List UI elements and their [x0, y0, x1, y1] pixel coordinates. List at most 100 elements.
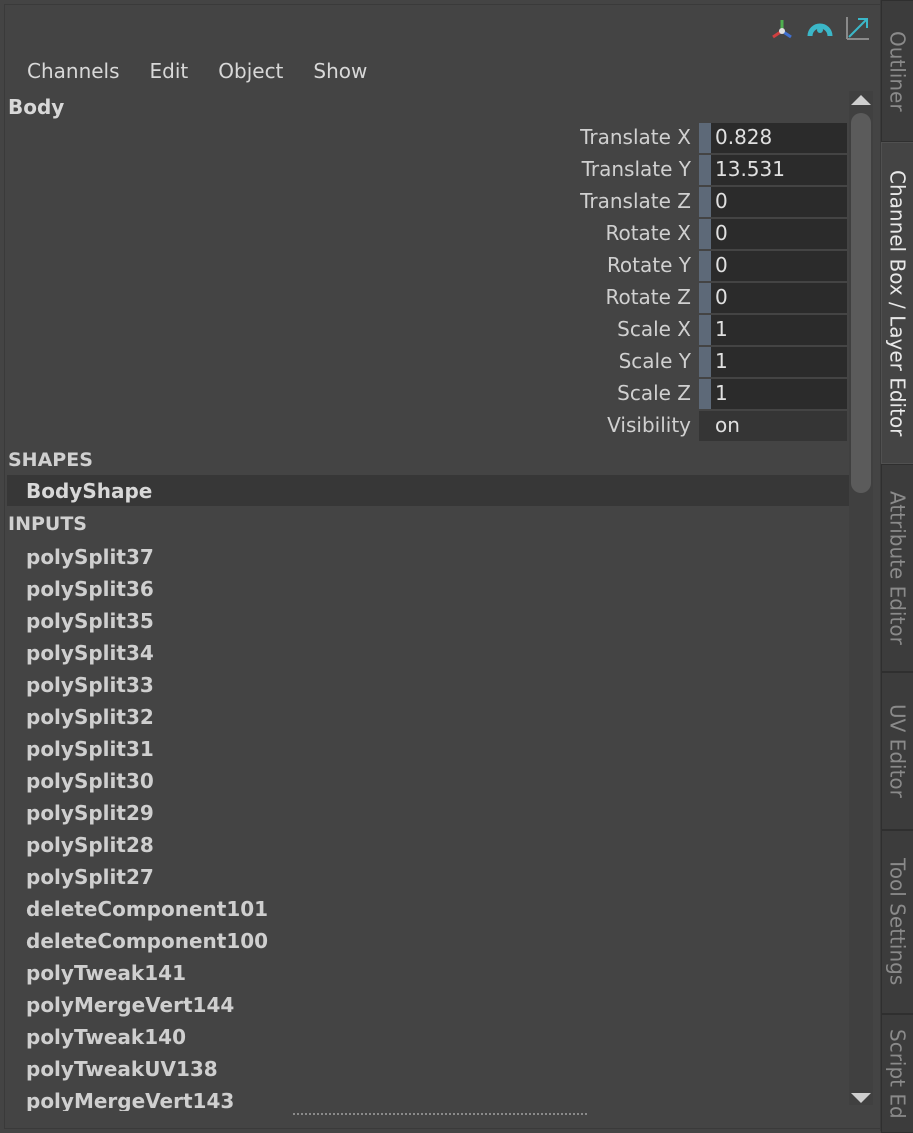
input-node-item[interactable]: polySplit28	[26, 833, 154, 857]
transform-axes-icon[interactable]	[768, 14, 796, 42]
key-marker	[699, 347, 711, 377]
scroll-thumb[interactable]	[851, 113, 871, 493]
attr-value-field[interactable]: 0	[699, 251, 847, 282]
input-node-item[interactable]: polySplit35	[26, 609, 154, 633]
attr-row[interactable]: Translate Z 0	[0, 187, 849, 219]
input-node-item[interactable]: polyTweak140	[26, 1025, 186, 1049]
side-tab-label: Script Ed	[885, 1028, 910, 1119]
side-tab[interactable]: Tool Settings	[881, 830, 913, 1014]
attr-value: 1	[715, 381, 728, 405]
inputs-header: INPUTS	[8, 513, 87, 535]
attr-value: 0	[715, 189, 728, 213]
attr-label[interactable]: Visibility	[607, 413, 691, 437]
key-marker	[699, 251, 711, 281]
input-node-item[interactable]: polyMergeVert143	[26, 1089, 234, 1111]
attr-value-field[interactable]: 1	[699, 379, 847, 410]
resize-grip[interactable]	[293, 1113, 587, 1115]
attr-label[interactable]: Scale Z	[617, 381, 691, 405]
input-node-item[interactable]: polySplit36	[26, 577, 154, 601]
attr-label[interactable]: Translate Y	[582, 157, 691, 181]
key-marker	[699, 219, 711, 249]
attr-value: on	[715, 413, 740, 437]
side-tab-label: Tool Settings	[885, 858, 910, 986]
attr-row[interactable]: Scale Z 1	[0, 379, 849, 411]
side-tab[interactable]: Script Ed	[881, 1014, 913, 1133]
attr-row[interactable]: Scale Y 1	[0, 347, 849, 379]
attr-value-field[interactable]: 13.531	[699, 155, 847, 186]
input-node-item[interactable]: polySplit33	[26, 673, 154, 697]
shape-label: BodyShape	[26, 479, 153, 503]
key-marker	[699, 155, 711, 185]
side-tab[interactable]: Channel Box / Layer Editor	[881, 142, 913, 464]
attr-value: 0.828	[715, 125, 773, 149]
input-node-item[interactable]: deleteComponent101	[26, 897, 268, 921]
attr-value: 13.531	[715, 157, 785, 181]
attr-value-field[interactable]: 0	[699, 283, 847, 314]
attr-value: 1	[715, 317, 728, 341]
side-tab-label: UV Editor	[885, 704, 910, 798]
input-node-item[interactable]: polyTweakUV138	[26, 1057, 218, 1081]
key-marker	[699, 123, 711, 153]
attr-row[interactable]: Translate Y 13.531	[0, 155, 849, 187]
attr-label[interactable]: Translate Z	[580, 189, 691, 213]
side-tab-label: Attribute Editor	[885, 491, 910, 645]
menu-object[interactable]: Object	[196, 59, 283, 83]
input-node-item[interactable]: deleteComponent100	[26, 929, 268, 953]
attr-value: 0	[715, 285, 728, 309]
key-marker	[699, 315, 711, 345]
attr-label[interactable]: Scale Y	[619, 349, 691, 373]
input-node-item[interactable]: polyMergeVert144	[26, 993, 234, 1017]
menu-channels[interactable]: Channels	[5, 59, 120, 83]
vertical-scrollbar[interactable]	[849, 91, 873, 1105]
attr-label[interactable]: Translate X	[580, 125, 691, 149]
side-tab[interactable]: UV Editor	[881, 672, 913, 830]
shapes-header: SHAPES	[8, 449, 93, 471]
input-node-item[interactable]: polySplit37	[26, 545, 154, 569]
node-title[interactable]: Body	[8, 95, 64, 119]
attr-value-field[interactable]: 0	[699, 187, 847, 218]
channel-box-menubar: Channels Edit Object Show	[5, 55, 375, 87]
attr-label[interactable]: Rotate X	[605, 221, 691, 245]
panel-icon-bar	[768, 13, 872, 43]
attr-row[interactable]: Visibility on	[0, 411, 849, 443]
menu-show[interactable]: Show	[291, 59, 367, 83]
side-tab[interactable]: Outliner	[881, 0, 913, 142]
attr-row[interactable]: Translate X 0.828	[0, 123, 849, 155]
channel-list: Body Translate X 0.828 Translate Y 13.531 Tr…	[0, 91, 849, 1111]
side-tab-label: Channel Box / Layer Editor	[885, 169, 910, 437]
shape-row-bodyshape[interactable]: BodyShape	[7, 475, 849, 506]
menu-edit[interactable]: Edit	[128, 59, 189, 83]
attr-value-field[interactable]: on	[699, 411, 847, 442]
attr-value-field[interactable]: 0	[699, 219, 847, 250]
scroll-up-arrow-icon[interactable]	[851, 95, 871, 105]
attr-row[interactable]: Rotate Z 0	[0, 283, 849, 315]
attr-value-field[interactable]: 0.828	[699, 123, 847, 154]
resize-arrow-icon[interactable]	[844, 14, 872, 42]
input-node-item[interactable]: polySplit30	[26, 769, 154, 793]
attr-label[interactable]: Rotate Z	[605, 285, 691, 309]
attr-value: 0	[715, 253, 728, 277]
input-node-item[interactable]: polySplit34	[26, 641, 154, 665]
attr-label[interactable]: Scale X	[617, 317, 691, 341]
side-tab-bar: Outliner Channel Box / Layer Editor Attrib…	[880, 0, 913, 1133]
attr-value-field[interactable]: 1	[699, 347, 847, 378]
input-node-item[interactable]: polySplit27	[26, 865, 154, 889]
key-marker	[699, 379, 711, 409]
attr-row[interactable]: Rotate Y 0	[0, 251, 849, 283]
attr-label[interactable]: Rotate Y	[607, 253, 691, 277]
input-node-item[interactable]: polySplit29	[26, 801, 154, 825]
key-marker	[699, 187, 711, 217]
input-node-item[interactable]: polySplit32	[26, 705, 154, 729]
arc-teal-icon[interactable]	[806, 14, 834, 42]
scroll-down-arrow-icon[interactable]	[851, 1093, 871, 1103]
side-tab-label: Outliner	[885, 30, 910, 112]
side-tab[interactable]: Attribute Editor	[881, 464, 913, 672]
attr-value: 0	[715, 221, 728, 245]
attr-value: 1	[715, 349, 728, 373]
attr-row[interactable]: Scale X 1	[0, 315, 849, 347]
input-node-item[interactable]: polySplit31	[26, 737, 154, 761]
attr-row[interactable]: Rotate X 0	[0, 219, 849, 251]
attr-value-field[interactable]: 1	[699, 315, 847, 346]
key-marker	[699, 283, 711, 313]
input-node-item[interactable]: polyTweak141	[26, 961, 186, 985]
